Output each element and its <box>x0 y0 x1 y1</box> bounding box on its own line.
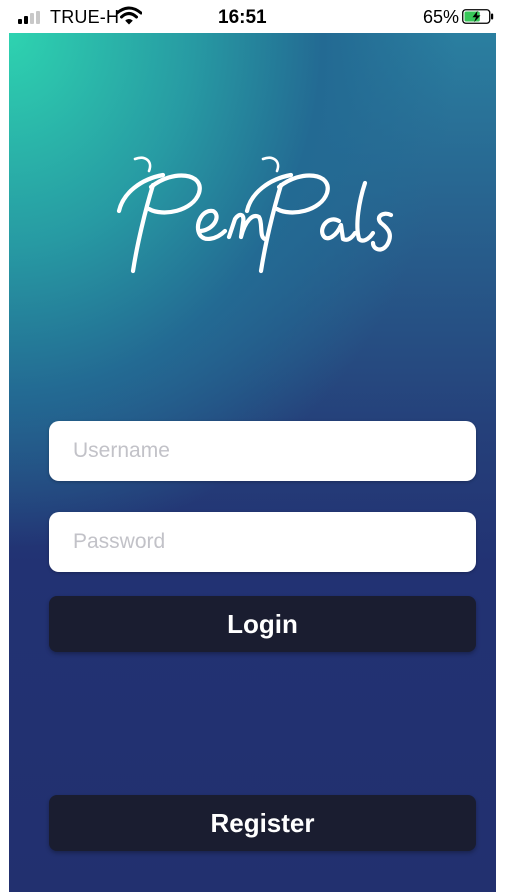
register-button[interactable]: Register <box>49 795 476 851</box>
login-button[interactable]: Login <box>49 596 476 652</box>
penpals-logo <box>116 156 394 274</box>
carrier-label: TRUE-H <box>50 7 120 27</box>
password-input[interactable] <box>49 512 476 572</box>
clock: 16:51 <box>218 7 267 28</box>
wifi-icon <box>116 6 142 25</box>
battery-charging-icon <box>462 9 494 24</box>
login-screen: Login Register <box>9 33 496 892</box>
username-input[interactable] <box>49 421 476 481</box>
status-bar: TRUE-H 16:51 65% <box>0 0 505 33</box>
signal-icon <box>18 11 44 24</box>
battery-percentage: 65% <box>423 7 460 27</box>
